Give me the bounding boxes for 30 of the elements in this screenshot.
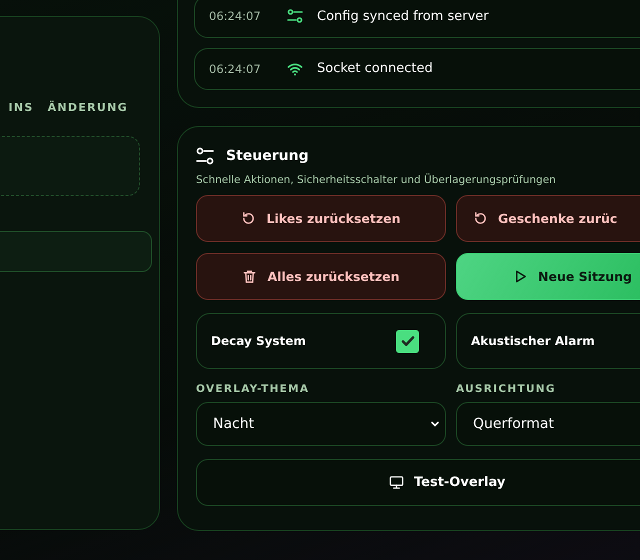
select-label: AUSRICHTUNG bbox=[456, 383, 557, 395]
action-button[interactable]: Geschenke zurüc bbox=[456, 195, 640, 242]
sliders-icon bbox=[196, 147, 214, 165]
log-time: 06:24:07 bbox=[209, 9, 262, 24]
toggle-label: Decay System bbox=[211, 334, 306, 348]
check-icon bbox=[400, 333, 416, 349]
sliders-icon bbox=[287, 8, 303, 24]
toggle-label: Akustischer Alarm bbox=[471, 334, 595, 348]
play-icon bbox=[513, 269, 528, 284]
log-time: 06:24:07 bbox=[209, 62, 262, 76]
column-header: ÄNDERUNG bbox=[48, 101, 128, 114]
reset-icon bbox=[473, 211, 488, 226]
column-header: INS bbox=[8, 101, 34, 114]
select-field[interactable]: Querformat bbox=[456, 402, 640, 446]
test-overlay-button[interactable]: Test-Overlay bbox=[196, 459, 640, 506]
panel-subtitle: Schnelle Aktionen, Sicherheitsschalter und Überlagerungsprüfungen bbox=[196, 174, 557, 186]
log-message: Config synced from server bbox=[317, 8, 489, 24]
reset-icon bbox=[241, 211, 256, 226]
log-message: Socket connected bbox=[317, 61, 433, 76]
trash-icon bbox=[242, 269, 258, 284]
action-button[interactable]: Likes zurücksetzen bbox=[196, 195, 446, 242]
panel-title: Steuerung bbox=[226, 148, 309, 164]
checkbox[interactable] bbox=[396, 330, 419, 352]
select-field[interactable]: Nacht bbox=[196, 402, 446, 446]
action-button[interactable]: Neue Sitzung bbox=[456, 253, 640, 300]
chevron-icon bbox=[430, 419, 440, 429]
select-label: OVERLAY-THEMA bbox=[196, 383, 310, 395]
monitor-icon bbox=[389, 475, 404, 490]
action-button[interactable]: Alles zurücksetzen bbox=[196, 253, 446, 300]
wifi-icon bbox=[287, 60, 303, 77]
